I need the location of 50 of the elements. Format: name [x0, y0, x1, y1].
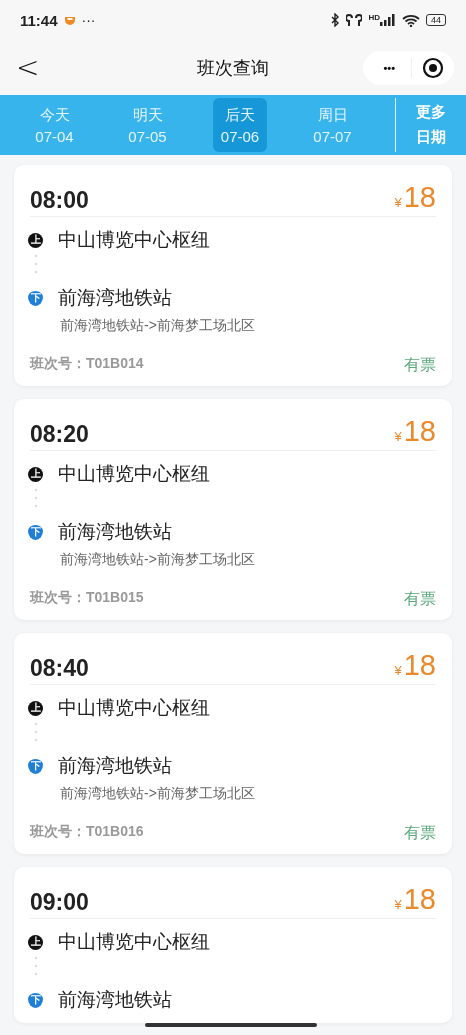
page-title: 班次查询 [197, 56, 269, 80]
board-station: 中山博览中心枢纽 [58, 462, 210, 486]
departure-time: 08:40 [30, 655, 89, 682]
ticket-status: 有票 [404, 823, 436, 843]
trip-card[interactable]: 09:00 ¥18 上 中山博览中心枢纽 下 前海湾地铁站 [14, 867, 452, 1023]
trip-card[interactable]: 08:40 ¥18 上 中山博览中心枢纽 下 前海湾地铁站 前海湾地铁站->前海梦工场北区 班次号：T01B016 有票 [14, 633, 452, 854]
wifi-icon [402, 13, 420, 27]
alight-station: 前海湾地铁站 [58, 988, 172, 1012]
route-text: 前海湾地铁站->前海梦工场北区 [60, 551, 256, 569]
bluetooth-icon [330, 13, 341, 27]
alight-marker: 下 [28, 290, 43, 306]
trip-number: 班次号：T01B016 [30, 823, 144, 841]
ticket-status: 有票 [404, 589, 436, 609]
close-target-icon[interactable] [422, 56, 444, 79]
alight-marker: 下 [28, 524, 43, 540]
price: ¥18 [394, 883, 436, 916]
board-marker: 上 [28, 466, 43, 482]
network-label: HD [368, 14, 380, 22]
board-station: 中山博览中心枢纽 [58, 228, 210, 252]
board-marker: 上 [28, 700, 43, 716]
trip-card[interactable]: 08:00 ¥18 上 中山博览中心枢纽 下 前海湾地铁站 前海湾地铁站->前海梦工场北区 班次号：T01B014 有票 [14, 165, 452, 386]
price: ¥18 [394, 415, 436, 448]
back-button[interactable]: < [12, 51, 44, 84]
signal-icon [380, 14, 396, 26]
more-button[interactable]: ••• [377, 61, 401, 74]
battery-indicator: 44 [426, 14, 446, 26]
board-marker: 上 [28, 934, 43, 950]
alight-marker: 下 [28, 758, 43, 774]
board-station: 中山博览中心枢纽 [58, 696, 210, 720]
trip-number: 班次号：T01B015 [30, 589, 144, 607]
departure-time: 08:20 [30, 421, 89, 448]
board-marker: 上 [28, 232, 43, 248]
alight-marker: 下 [28, 992, 43, 1008]
alight-station: 前海湾地铁站 [58, 754, 172, 778]
price: ¥18 [394, 181, 436, 214]
price: ¥18 [394, 649, 436, 682]
trip-number: 班次号：T01B014 [30, 355, 144, 373]
status-time: 11:44 [20, 11, 58, 29]
departure-time: 09:00 [30, 889, 89, 916]
trip-card[interactable]: 08:20 ¥18 上 中山博览中心枢纽 下 前海湾地铁站 前海湾地铁站->前海梦工场北区 班次号：T01B015 有票 [14, 399, 452, 620]
alight-station: 前海湾地铁站 [58, 520, 172, 544]
notification-icon [63, 15, 76, 25]
ticket-status: 有票 [404, 355, 436, 375]
route-text: 前海湾地铁站->前海梦工场北区 [60, 317, 256, 335]
earbuds-icon [346, 13, 363, 27]
status-more: ··· [81, 12, 96, 28]
board-station: 中山博览中心枢纽 [58, 930, 210, 954]
departure-time: 08:00 [30, 187, 89, 214]
route-text: 前海湾地铁站->前海梦工场北区 [60, 785, 256, 803]
alight-station: 前海湾地铁站 [58, 286, 172, 310]
